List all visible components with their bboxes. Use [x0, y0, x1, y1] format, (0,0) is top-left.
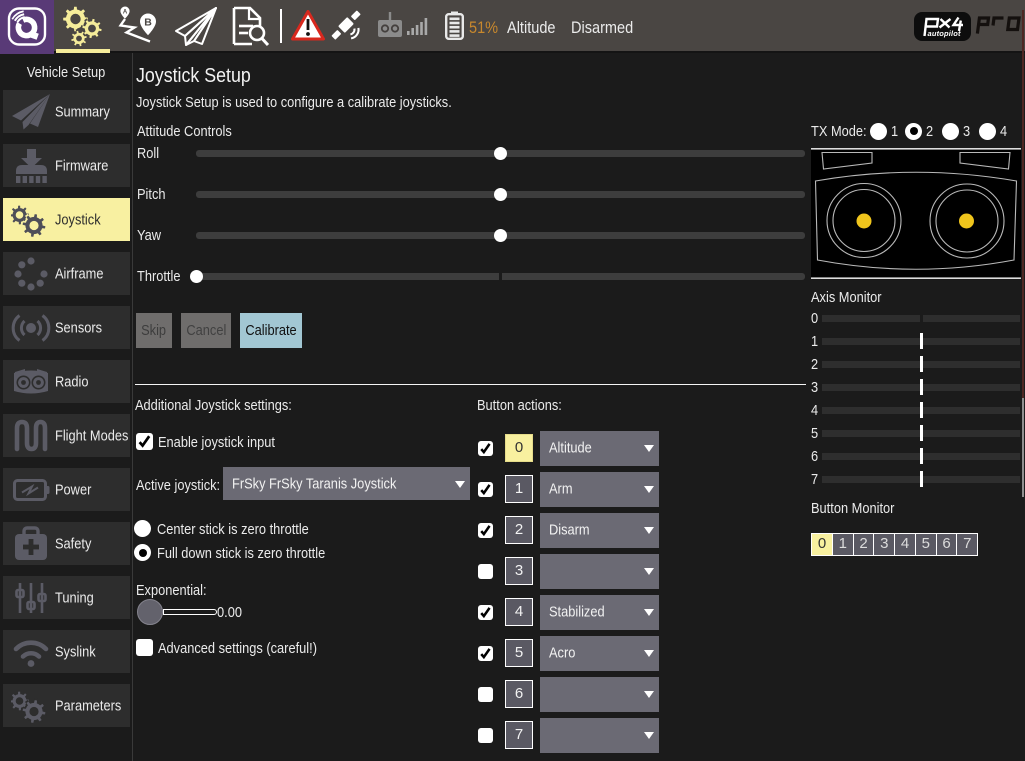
svg-text:B: B [144, 17, 152, 29]
svg-text:A: A [123, 10, 128, 16]
svg-text:autopilot: autopilot [928, 29, 962, 38]
